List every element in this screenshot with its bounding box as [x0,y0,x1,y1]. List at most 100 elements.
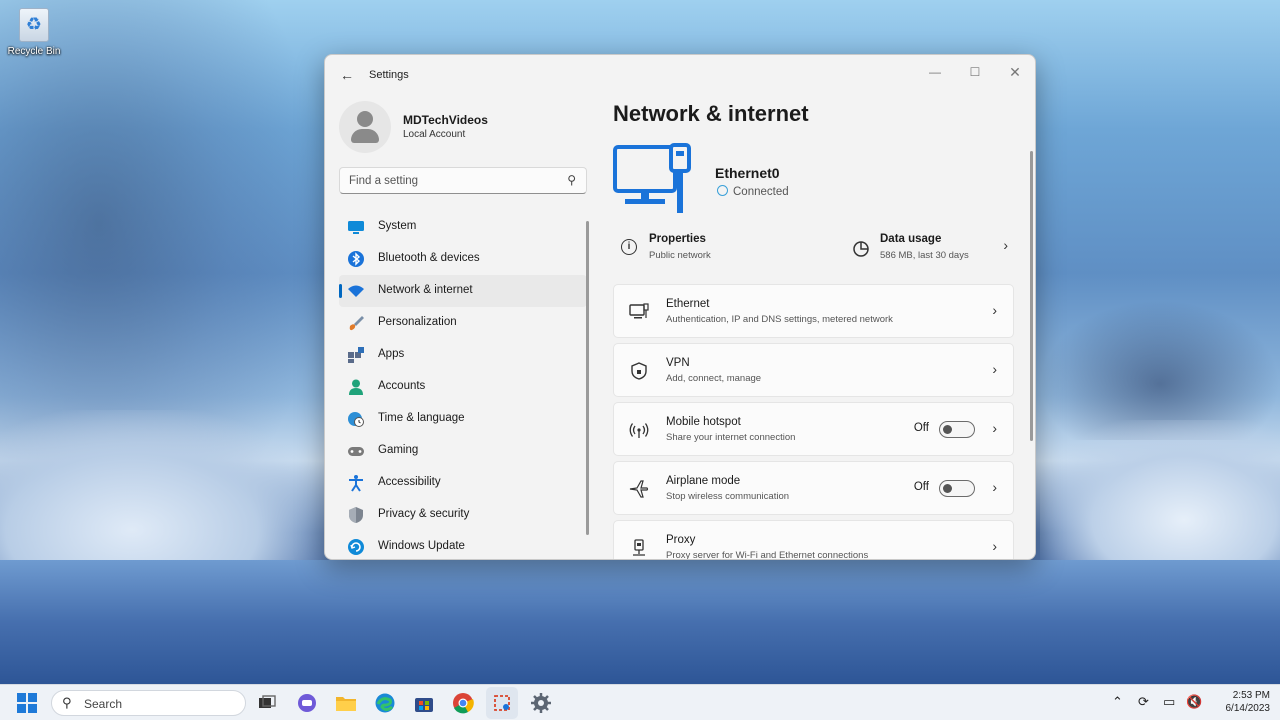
sidebar-item-label: Accounts [378,380,426,392]
gamepad-icon [348,447,364,456]
sidebar-item-personalization[interactable]: Personalization [339,307,587,339]
network-tray-icon[interactable]: ⟳ [1138,694,1149,710]
update-icon [348,539,364,555]
connection-name: Ethernet0 [715,165,780,181]
sidebar-nav: System Bluetooth & devices Network & int… [339,211,587,559]
sidebar-item-system[interactable]: System [339,211,587,243]
title-bar: ← Settings — ☐ ✕ [325,55,1035,95]
sidebar-item-label: Gaming [378,444,419,456]
chevron-up-icon[interactable]: ⌃ [1112,694,1123,710]
paintbrush-icon [349,316,364,331]
mobile-hotspot-toggle[interactable] [939,421,975,438]
sidebar-item-bluetooth[interactable]: Bluetooth & devices [339,243,587,275]
start-logo-tile [17,704,26,713]
settings-icon[interactable] [530,692,552,714]
store-icon[interactable] [413,692,435,714]
profile-account-type: Local Account [403,129,466,140]
card-sub: Share your internet connection [666,432,796,443]
search-icon: ⚲ [62,695,72,710]
card-title: Proxy [666,534,696,546]
properties-sub: Public network [649,250,711,261]
chevron-right-icon: › [992,538,997,554]
avatar-head [357,111,373,127]
sidebar-item-label: Time & language [378,412,465,424]
clock-date: 6/14/2023 [1225,703,1271,714]
toggle-knob [943,425,952,434]
file-explorer-icon[interactable] [335,692,357,714]
sidebar-item-accessibility[interactable]: Accessibility [339,467,587,499]
sidebar-item-apps[interactable]: Apps [339,339,587,371]
ethernet-computer-icon [613,143,691,213]
sidebar-item-label: Bluetooth & devices [378,252,480,264]
monitor-tray-icon[interactable]: ▭ [1163,694,1175,710]
desktop-icon-recycle-bin[interactable]: Recycle Bin [4,8,64,57]
edge-icon[interactable] [374,692,396,714]
chat-icon[interactable] [296,692,318,714]
card-sub: Stop wireless communication [666,491,790,502]
start-logo-tile [28,693,37,702]
back-button[interactable]: ← [337,65,357,85]
accessibility-icon [349,475,363,492]
sidebar-scrollbar[interactable] [586,221,589,535]
taskbar-search[interactable]: ⚲ Search [51,690,246,716]
proxy-icon [633,539,645,556]
toggle-knob [943,484,952,493]
window-title: Settings [369,69,409,81]
data-usage-link[interactable]: Data usage 586 MB, last 30 days › [844,225,1014,275]
card-title: Airplane mode [666,475,741,487]
sidebar-item-network[interactable]: Network & internet [339,275,587,307]
sidebar-item-label: Network & internet [378,284,473,296]
snipping-tool-icon[interactable] [491,692,513,714]
card-vpn[interactable]: VPN Add, connect, manage › [613,343,1014,397]
connection-status-text: Connected [733,186,789,198]
card-mobile-hotspot[interactable]: Mobile hotspot Share your internet conne… [613,402,1014,456]
start-button[interactable] [17,693,37,713]
chevron-right-icon: › [992,302,997,318]
sidebar-item-windows-update[interactable]: Windows Update [339,531,587,559]
avatar-body [351,129,379,143]
wifi-icon [348,285,364,297]
settings-search-input[interactable]: Find a setting ⚲ [339,167,587,194]
sidebar-item-label: System [378,220,417,232]
start-logo-tile [17,693,26,702]
sidebar-item-accounts[interactable]: Accounts [339,371,587,403]
toggle-state-label: Off [913,422,929,434]
toggle-state-label: Off [913,481,929,493]
close-button[interactable]: ✕ [995,59,1035,85]
search-placeholder: Find a setting [349,175,419,187]
main-scrollbar[interactable] [1030,151,1033,441]
profile-card[interactable]: MDTechVideos Local Account [339,101,589,153]
card-title: Ethernet [666,298,710,310]
accounts-icon [349,379,363,395]
sidebar-item-privacy[interactable]: Privacy & security [339,499,587,531]
task-view-icon[interactable] [256,692,278,714]
card-proxy[interactable]: Proxy Proxy server for Wi-Fi and Etherne… [613,520,1014,560]
desktop-wallpaper-lake [0,560,1280,685]
sidebar-item-label: Personalization [378,316,457,328]
card-airplane-mode[interactable]: Airplane mode Stop wireless communicatio… [613,461,1014,515]
ethernet-icon [629,303,649,319]
chrome-icon[interactable] [452,692,474,714]
sidebar-item-label: Windows Update [378,540,465,552]
properties-link[interactable]: i Properties Public network [613,225,813,275]
card-sub: Proxy server for Wi-Fi and Ethernet conn… [666,550,869,560]
chevron-right-icon: › [992,420,997,436]
sidebar-item-gaming[interactable]: Gaming [339,435,587,467]
card-ethernet[interactable]: Ethernet Authentication, IP and DNS sett… [613,284,1014,338]
shield-icon [349,507,363,523]
airplane-mode-toggle[interactable] [939,480,975,497]
sidebar-item-time-language[interactable]: Time & language [339,403,587,435]
card-title: Mobile hotspot [666,416,741,428]
globe-clock-icon [348,412,364,427]
vpn-shield-icon [631,362,647,380]
maximize-button[interactable]: ☐ [955,59,995,85]
apps-icon [348,347,364,363]
hotspot-icon [629,423,649,438]
sidebar-item-label: Apps [378,348,405,360]
taskbar: ⚲ Search ⌃ ⟳ ▭ 🔇 2:53 PM 6/14/2023 [0,684,1280,720]
airplane-icon [629,480,649,498]
sidebar-item-label: Accessibility [378,476,441,488]
desktop-wallpaper-trees-right [1040,300,1280,440]
taskbar-clock[interactable]: 2:53 PM 6/14/2023 [1200,689,1271,715]
minimize-button[interactable]: — [915,59,955,85]
